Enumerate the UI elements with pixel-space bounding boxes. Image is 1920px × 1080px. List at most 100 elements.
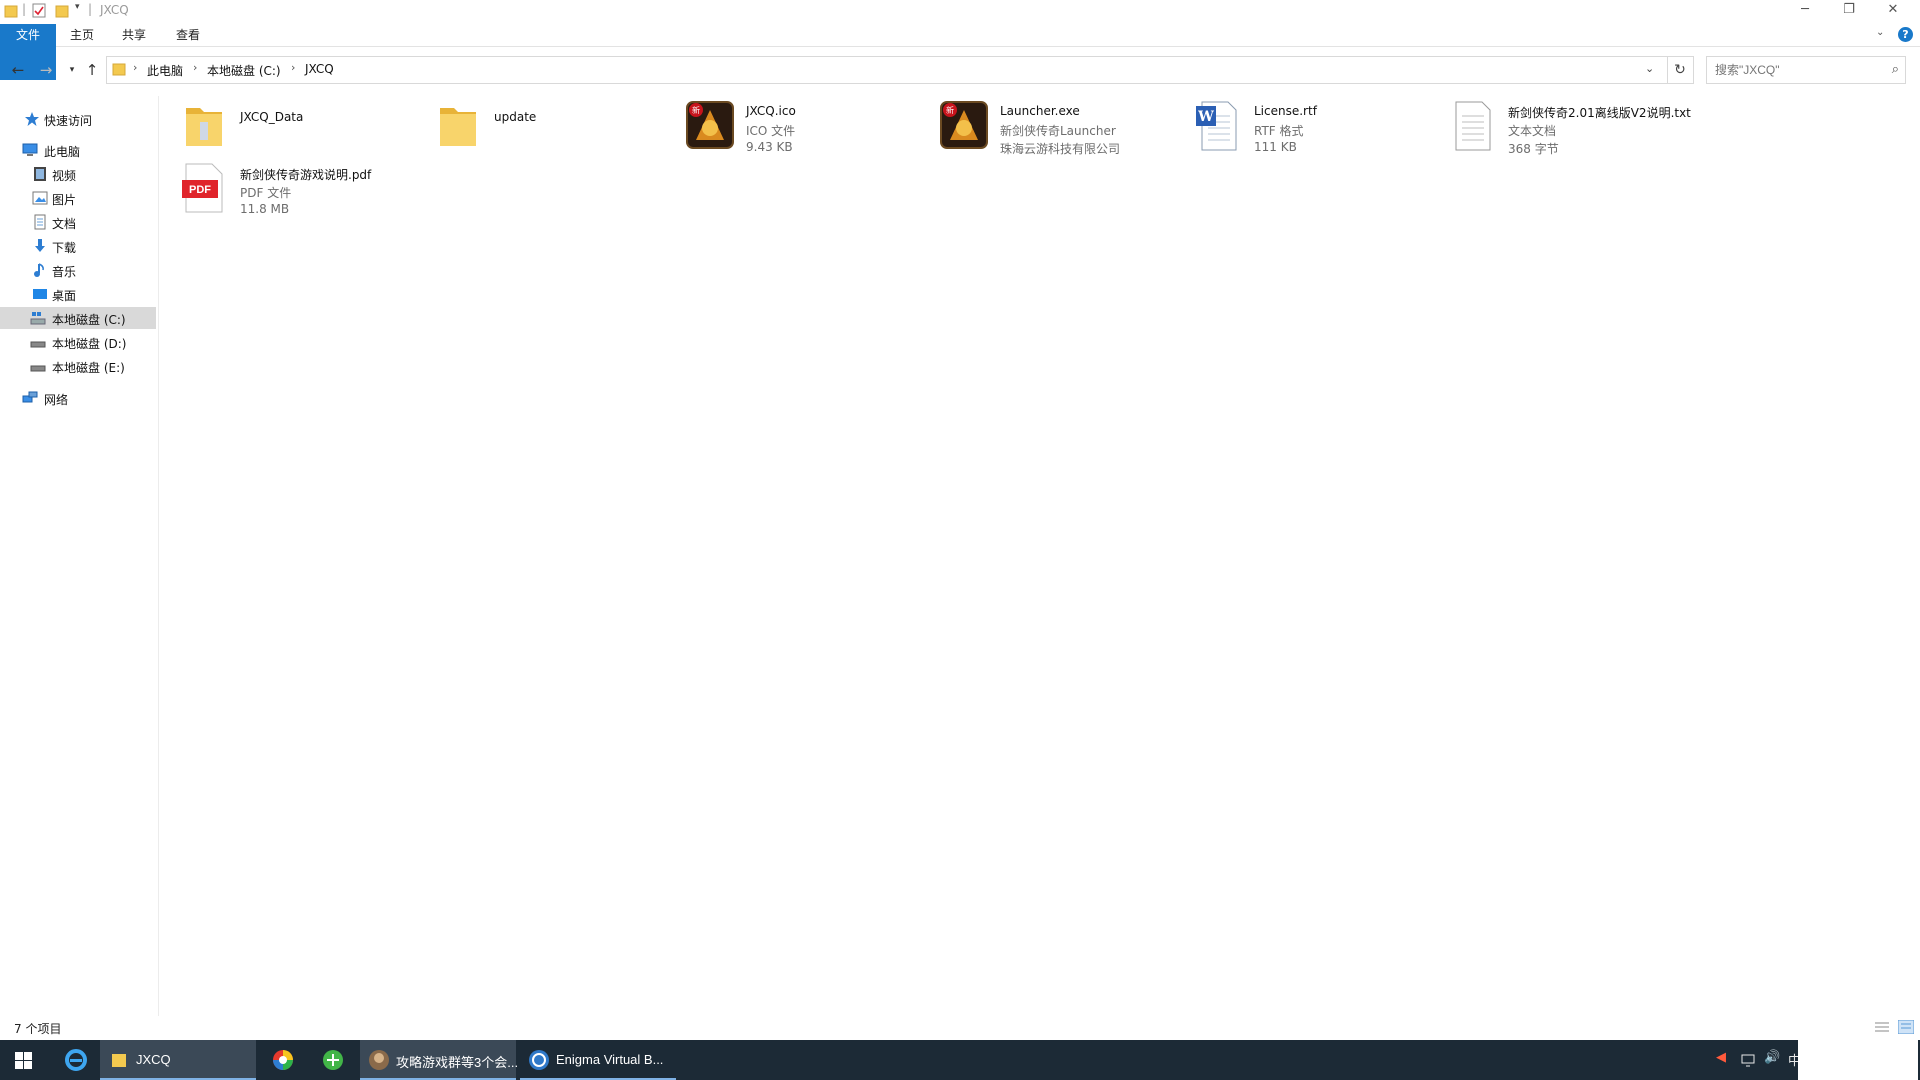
picture-icon xyxy=(32,191,48,205)
folder-icon xyxy=(4,5,18,18)
nav-desktop[interactable]: 桌面 xyxy=(0,283,156,305)
start-button[interactable] xyxy=(0,1040,48,1080)
enigma-icon xyxy=(529,1050,549,1070)
minimize-button[interactable]: ─ xyxy=(1782,0,1828,22)
file-size: 368 字节 xyxy=(1508,142,1559,156)
computer-icon xyxy=(22,143,38,156)
breadcrumb-separator: › xyxy=(133,61,138,74)
file-item-jxcq-data[interactable]: JXCQ_Data xyxy=(180,100,430,156)
restore-button[interactable]: ❐ xyxy=(1826,0,1872,22)
game-icon: 新 xyxy=(940,101,988,149)
file-type: ICO 文件 xyxy=(746,124,796,138)
status-bar: 7 个项目 xyxy=(0,1014,1920,1040)
video-icon xyxy=(34,167,46,181)
taskbar-label: JXCQ xyxy=(136,1052,171,1067)
file-size: 9.43 KB xyxy=(746,140,793,154)
address-bar[interactable]: › 此电脑 › 本地磁盘 (C:) › JXCQ ⌄ xyxy=(106,56,1668,84)
clock-area[interactable] xyxy=(1798,1040,1918,1080)
search-icon: ⌕ xyxy=(1891,62,1899,77)
nav-music[interactable]: 音乐 xyxy=(0,259,156,281)
file-item-license-rtf[interactable]: W License.rtf RTF 格式 111 KB xyxy=(1194,100,1444,156)
tab-share[interactable]: 共享 xyxy=(114,24,154,46)
close-button[interactable]: ✕ xyxy=(1870,0,1916,22)
folder-icon xyxy=(440,108,476,146)
forward-button[interactable]: → xyxy=(36,60,56,80)
nav-label: 桌面 xyxy=(52,289,77,303)
file-type: PDF 文件 xyxy=(240,186,292,200)
nav-pictures[interactable]: 图片 xyxy=(0,187,156,209)
speaker-alert-icon[interactable]: ◀ xyxy=(1716,1050,1726,1065)
tab-home[interactable]: 主页 xyxy=(62,24,102,46)
taskbar: JXCQ 攻略游戏群等3个会... Enigma Virtual B... ◀ … xyxy=(0,1040,1920,1080)
tiles-view-icon[interactable] xyxy=(1898,1020,1914,1034)
search-input[interactable] xyxy=(1713,62,1877,78)
nav-label: 本地磁盘 (C:) xyxy=(52,313,126,327)
customize-toolbar-icon[interactable]: ▾ xyxy=(75,2,80,17)
item-count: 7 个项目 xyxy=(14,1022,62,1036)
ribbon-tabs: 文件 主页 共享 查看 ⌄ ? xyxy=(0,24,1920,80)
file-item-readme-txt[interactable]: 新剑侠传奇2.01离线版V2说明.txt 文本文档 368 字节 xyxy=(1448,100,1748,156)
file-name: JXCQ_Data xyxy=(240,110,304,124)
taskbar-app-green[interactable] xyxy=(310,1040,358,1080)
file-item-launcher-exe[interactable]: 新 Launcher.exe 新剑侠传奇Launcher 珠海云游科技有限公司 xyxy=(940,100,1190,156)
pdf-icon: PDF xyxy=(182,163,223,213)
nav-drive-c[interactable]: 本地磁盘 (C:) xyxy=(0,307,156,329)
folder-icon xyxy=(112,63,126,76)
file-item-jxcq-ico[interactable]: 新 JXCQ.ico ICO 文件 9.43 KB xyxy=(686,100,936,156)
nav-documents[interactable]: 文档 xyxy=(0,211,156,233)
details-view-icon[interactable] xyxy=(1874,1020,1890,1034)
file-name: update xyxy=(494,110,537,124)
taskbar-ie[interactable] xyxy=(52,1040,100,1080)
document-icon xyxy=(34,214,46,230)
window-title: JXCQ xyxy=(100,3,129,17)
nav-drive-e[interactable]: 本地磁盘 (E:) xyxy=(0,355,156,377)
back-button[interactable]: ← xyxy=(8,60,28,80)
green-app-icon xyxy=(323,1050,343,1070)
taskbar-app-chat[interactable]: 攻略游戏群等3个会... xyxy=(360,1040,518,1080)
file-description: 新剑侠传奇Launcher xyxy=(1000,124,1116,138)
nav-videos[interactable]: 视频 xyxy=(0,163,156,185)
nav-quick-access[interactable]: 快速访问 xyxy=(0,108,156,130)
file-name: JXCQ.ico xyxy=(746,104,796,118)
taskbar-app-color[interactable] xyxy=(260,1040,308,1080)
new-folder-icon[interactable] xyxy=(55,3,69,18)
up-button[interactable]: ↑ xyxy=(82,60,102,80)
file-item-update[interactable]: update xyxy=(434,100,684,156)
separator: | xyxy=(22,2,27,16)
nav-network[interactable]: 网络 xyxy=(0,387,156,409)
nav-label: 图片 xyxy=(52,193,77,207)
taskbar-app-enigma[interactable]: Enigma Virtual B... xyxy=(520,1040,676,1080)
music-icon xyxy=(34,263,44,277)
breadcrumb-jxcq[interactable]: JXCQ xyxy=(305,62,334,76)
search-box[interactable]: ⌕ xyxy=(1706,56,1906,84)
download-icon xyxy=(35,239,45,252)
badge-text: 新 xyxy=(692,105,700,115)
address-dropdown-icon[interactable]: ⌄ xyxy=(1645,62,1654,75)
refresh-button[interactable]: ↻ xyxy=(1667,56,1694,84)
refresh-icon: ↻ xyxy=(1674,62,1686,78)
tab-view[interactable]: 查看 xyxy=(168,24,208,46)
file-name: 新剑侠传奇游戏说明.pdf xyxy=(240,168,372,182)
volume-icon[interactable]: 🔊 xyxy=(1764,1050,1780,1065)
file-type: 文本文档 xyxy=(1508,124,1557,138)
text-doc-icon xyxy=(1455,101,1491,151)
network-tray-icon[interactable] xyxy=(1740,1052,1756,1068)
nav-this-pc[interactable]: 此电脑 xyxy=(0,139,156,161)
help-icon[interactable]: ? xyxy=(1898,27,1913,42)
recent-locations-icon[interactable]: ▾ xyxy=(62,60,82,80)
file-size: 111 KB xyxy=(1254,140,1297,154)
breadcrumb-this-pc[interactable]: 此电脑 xyxy=(147,62,183,79)
file-name: Launcher.exe xyxy=(1000,104,1080,118)
properties-icon[interactable] xyxy=(32,3,46,18)
file-item-guide-pdf[interactable]: PDF 新剑侠传奇游戏说明.pdf PDF 文件 11.8 MB xyxy=(180,162,430,218)
breadcrumb-drive-c[interactable]: 本地磁盘 (C:) xyxy=(207,62,281,79)
nav-downloads[interactable]: 下载 xyxy=(0,235,156,257)
badge-text: PDF xyxy=(189,184,211,196)
taskbar-explorer-jxcq[interactable]: JXCQ xyxy=(100,1040,256,1080)
nav-label: 下载 xyxy=(52,241,77,255)
nav-drive-d[interactable]: 本地磁盘 (D:) xyxy=(0,331,156,353)
desktop-icon xyxy=(33,289,47,299)
expand-ribbon-icon[interactable]: ⌄ xyxy=(1876,27,1884,38)
chat-app-icon xyxy=(369,1050,389,1070)
windows-drive-icon xyxy=(30,312,46,325)
